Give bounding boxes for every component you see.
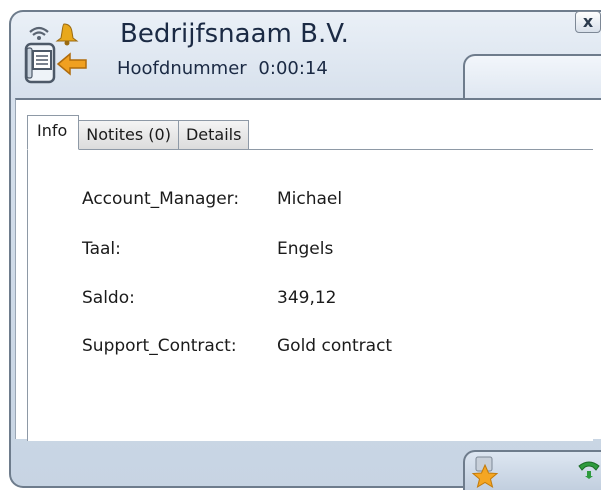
star-icon[interactable] xyxy=(470,455,500,489)
line-name: Hoofdnummer xyxy=(117,58,247,79)
phone-device-icon xyxy=(24,42,56,84)
incoming-arrow-icon xyxy=(56,52,87,76)
header-tab xyxy=(463,54,601,98)
phone-handset-icon[interactable] xyxy=(577,458,601,480)
info-key: Saldo: xyxy=(82,288,135,308)
info-row-saldo: Saldo: 349,12 xyxy=(82,285,482,311)
tab-notites[interactable]: Notites (0) xyxy=(78,120,179,150)
info-row-account-manager: Account_Manager: Michael xyxy=(82,186,482,212)
info-value: 349,12 xyxy=(277,288,337,308)
info-key: Account_Manager: xyxy=(82,189,240,209)
info-row-support-contract: Support_Contract: Gold contract xyxy=(82,333,482,359)
bell-icon xyxy=(55,23,79,46)
info-key: Taal: xyxy=(82,239,121,259)
tab-info[interactable]: Info xyxy=(27,115,80,150)
info-key: Support_Contract: xyxy=(82,336,237,356)
content-panel: Info Notites (0) Details Account_Manager… xyxy=(15,98,601,441)
caller-status-icons xyxy=(24,23,87,84)
line-info: Hoofdnummer 0:00:14 xyxy=(117,57,328,81)
info-value: Gold contract xyxy=(277,336,393,356)
tab-details[interactable]: Details xyxy=(177,120,250,150)
info-value: Engels xyxy=(277,239,334,259)
tab-bar: Info Notites (0) Details xyxy=(27,115,250,150)
wireless-icon xyxy=(29,26,49,40)
caller-company-name: Bedrijfsnaam B.V. xyxy=(120,19,349,49)
call-duration: 0:00:14 xyxy=(258,58,328,79)
info-value: Michael xyxy=(277,189,343,209)
info-row-taal: Taal: Engels xyxy=(82,236,482,262)
close-button[interactable]: x xyxy=(575,11,601,33)
